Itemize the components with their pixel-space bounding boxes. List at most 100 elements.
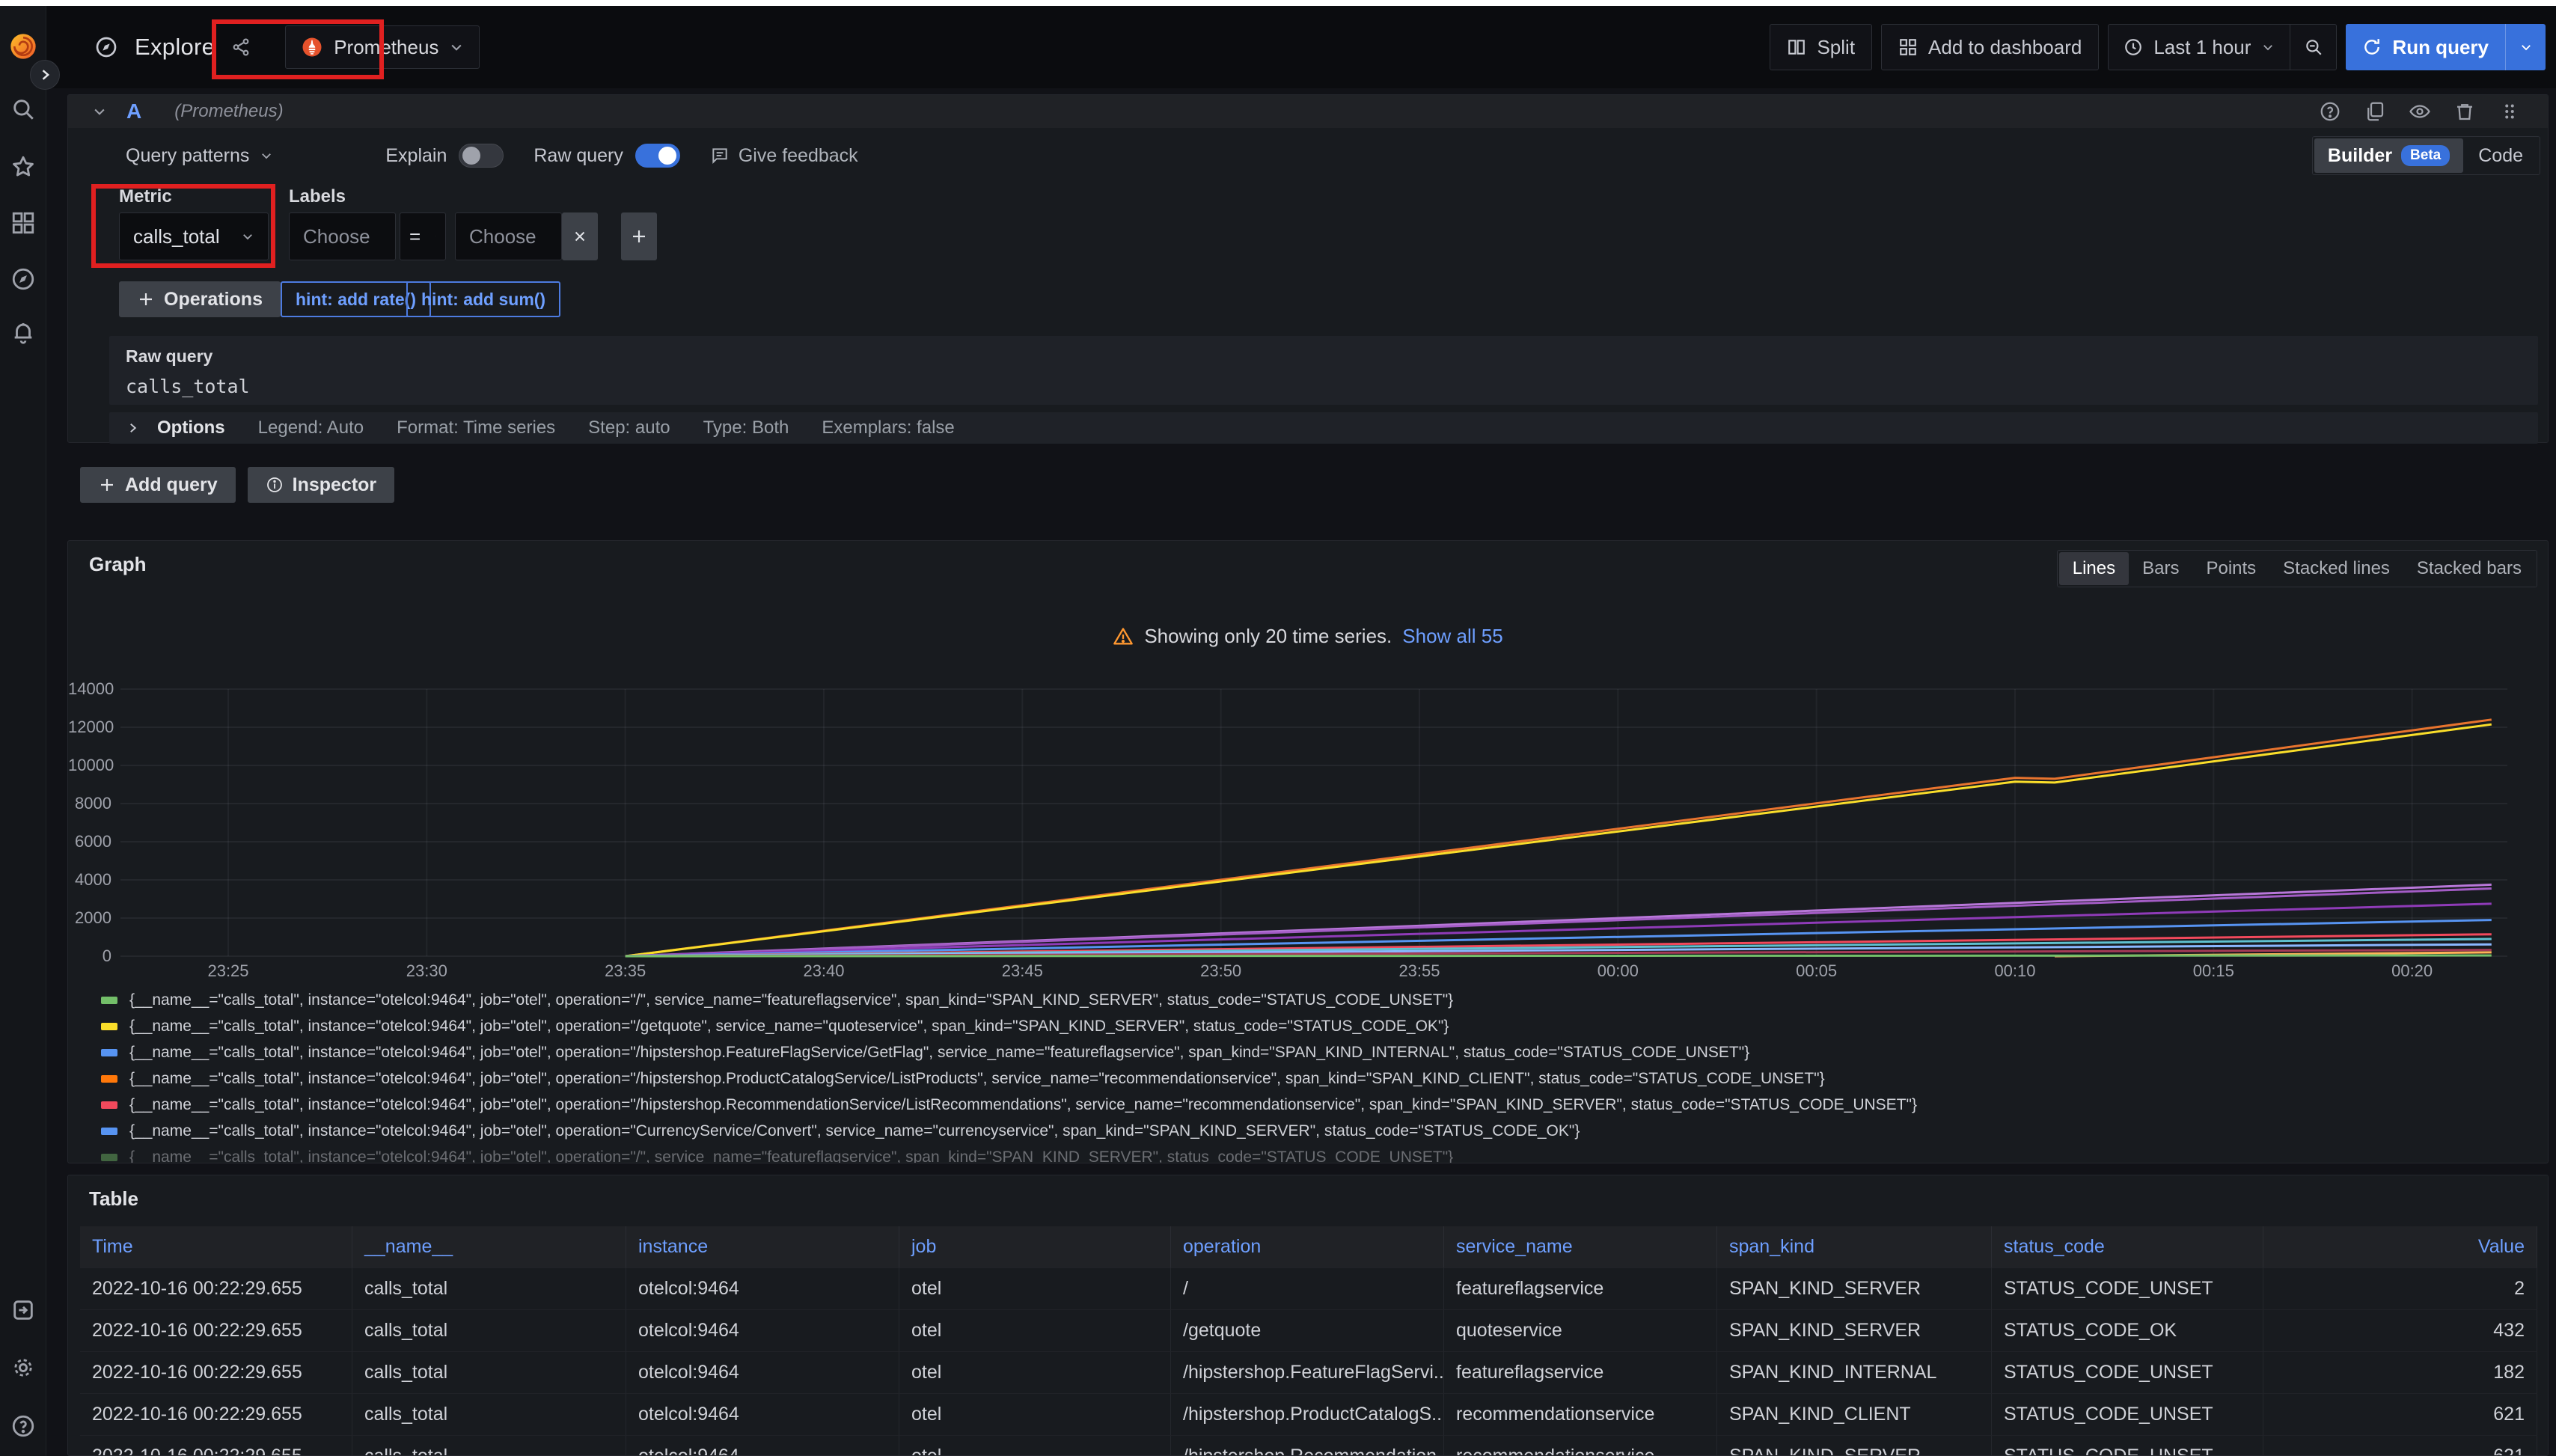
sign-in-icon[interactable]: [10, 1297, 37, 1324]
query-help-icon[interactable]: [2319, 100, 2341, 123]
close-icon: [572, 228, 588, 245]
operations-button[interactable]: Operations: [119, 281, 281, 317]
legend-swatch: [101, 1154, 117, 1161]
dashboards-icon[interactable]: [10, 209, 37, 236]
sidebar-expand-button[interactable]: [30, 60, 60, 90]
x-axis-tick: 00:05: [1796, 961, 1837, 981]
hide-query-eye-icon[interactable]: [2409, 100, 2431, 123]
split-button[interactable]: Split: [1770, 24, 1872, 70]
duplicate-query-icon[interactable]: [2364, 100, 2386, 123]
add-query-button[interactable]: Add query: [80, 467, 236, 503]
x-axis-tick: 00:20: [2391, 961, 2433, 981]
split-icon: [1787, 37, 1806, 57]
legend-series-label[interactable]: {__name__="calls_total", instance="otelc…: [129, 1018, 1449, 1036]
legend-series-label[interactable]: {__name__="calls_total", instance="otelc…: [129, 991, 1453, 1009]
table-cell: SPAN_KIND_SERVER: [1717, 1436, 1992, 1456]
column-header-spankind[interactable]: span_kind: [1717, 1226, 1992, 1268]
hint-add-sum-button[interactable]: hint: add sum(): [406, 281, 560, 317]
legend-swatch: [101, 1023, 117, 1030]
remove-query-trash-icon[interactable]: [2453, 100, 2476, 123]
x-axis-tick: 00:15: [2193, 961, 2234, 981]
x-axis-tick: 23:35: [605, 961, 646, 981]
alerting-bell-icon[interactable]: [10, 319, 37, 346]
column-header-time[interactable]: Time: [80, 1226, 352, 1268]
table-cell: calls_total: [352, 1268, 626, 1310]
legend-item[interactable]: {__name__="calls_total", instance="otelc…: [101, 1065, 2525, 1092]
table-cell: STATUS_CODE_UNSET: [1992, 1436, 2263, 1456]
add-to-dashboard-button[interactable]: Add to dashboard: [1881, 24, 2099, 70]
label-value-select[interactable]: Choose: [455, 212, 562, 260]
star-icon[interactable]: [10, 153, 37, 180]
legend-item[interactable]: {__name__="calls_total", instance="otelc…: [101, 1092, 2525, 1118]
legend-item[interactable]: {__name__="calls_total", instance="otelc…: [101, 987, 2525, 1013]
table-cell: /getquote: [1171, 1310, 1444, 1352]
column-header-name[interactable]: __name__: [352, 1226, 626, 1268]
settings-gear-icon[interactable]: [10, 1354, 37, 1381]
table-cell: quoteservice: [1444, 1310, 1717, 1352]
legend-item[interactable]: {__name__="calls_total", instance="otelc…: [101, 1144, 2525, 1163]
add-label-button[interactable]: [621, 212, 657, 260]
give-feedback-link[interactable]: Give feedback: [710, 145, 858, 167]
explain-label: Explain: [385, 145, 447, 167]
query-patterns-dropdown[interactable]: Query patterns: [126, 145, 273, 167]
grafana-logo[interactable]: [8, 31, 38, 61]
column-header-statuscode[interactable]: status_code: [1992, 1226, 2263, 1268]
legend-series-label[interactable]: {__name__="calls_total", instance="otelc…: [129, 1122, 1580, 1140]
table-cell: SPAN_KIND_INTERNAL: [1717, 1352, 1992, 1394]
table-cell: 432: [2263, 1310, 2537, 1352]
column-header-instance[interactable]: instance: [626, 1226, 899, 1268]
chevron-right-icon: [126, 421, 139, 435]
explore-compass-icon[interactable]: [10, 266, 37, 293]
table-cell: otelcol:9464: [626, 1394, 899, 1436]
explore-icon: [94, 35, 118, 59]
raw-query-toggle[interactable]: [635, 144, 680, 168]
table-cell: /hipstershop.Recommendation...: [1171, 1436, 1444, 1456]
legend-series-label[interactable]: {__name__="calls_total", instance="otelc…: [129, 1096, 1917, 1114]
collapse-chevron-icon[interactable]: [92, 104, 107, 119]
legend-series-label[interactable]: {__name__="calls_total", instance="otelc…: [129, 1070, 1825, 1088]
code-mode-tab[interactable]: Code: [2463, 145, 2538, 167]
legend-swatch: [101, 1128, 117, 1135]
table-cell: STATUS_CODE_UNSET: [1992, 1394, 2263, 1436]
table-cell: calls_total: [352, 1352, 626, 1394]
table-cell: calls_total: [352, 1310, 626, 1352]
series-green: [626, 955, 2492, 956]
table-cell: 2022-10-16 00:22:29.655: [80, 1436, 352, 1456]
remove-label-button[interactable]: [562, 212, 598, 260]
query-row-header[interactable]: A (Prometheus): [68, 95, 2548, 128]
legend-item[interactable]: {__name__="calls_total", instance="otelc…: [101, 1013, 2525, 1039]
inspector-button[interactable]: Inspector: [248, 467, 395, 503]
legend-item[interactable]: {__name__="calls_total", instance="otelc…: [101, 1039, 2525, 1065]
table-cell: 2022-10-16 00:22:29.655: [80, 1352, 352, 1394]
table-cell: 621: [2263, 1436, 2537, 1456]
query-options-row[interactable]: Options Legend: Auto Format: Time series…: [109, 412, 2538, 444]
time-range-button[interactable]: Last 1 hour: [2109, 25, 2290, 70]
legend-series-label[interactable]: {__name__="calls_total", instance="otelc…: [129, 1148, 1453, 1164]
legend-series-label[interactable]: {__name__="calls_total", instance="otelc…: [129, 1044, 1749, 1062]
column-header-operation[interactable]: operation: [1171, 1226, 1444, 1268]
label-operator-select[interactable]: =: [400, 212, 446, 260]
table-cell: 2022-10-16 00:22:29.655: [80, 1394, 352, 1436]
legend-item[interactable]: {__name__="calls_total", instance="otelc…: [101, 1118, 2525, 1144]
zoom-out-time-button[interactable]: [2290, 25, 2336, 70]
table-cell: STATUS_CODE_OK: [1992, 1310, 2263, 1352]
column-header-servicename[interactable]: service_name: [1444, 1226, 1717, 1268]
column-header-value[interactable]: Value: [2263, 1226, 2537, 1268]
table-cell: 2022-10-16 00:22:29.655: [80, 1268, 352, 1310]
builder-mode-tab[interactable]: Builder Beta: [2314, 138, 2463, 173]
run-query-dropdown[interactable]: [2505, 24, 2546, 70]
x-axis-tick: 00:00: [1598, 961, 1639, 981]
legend-swatch: [101, 1101, 117, 1109]
plus-icon: [98, 476, 116, 494]
table-panel-title: Table: [89, 1187, 138, 1211]
label-name-select[interactable]: Choose: [289, 212, 396, 260]
explain-toggle[interactable]: [459, 144, 504, 168]
raw-query-title: Raw query: [126, 346, 2522, 367]
help-icon[interactable]: [10, 1413, 37, 1440]
column-header-job[interactable]: job: [899, 1226, 1171, 1268]
search-icon[interactable]: [10, 96, 37, 123]
drag-handle-icon[interactable]: [2498, 100, 2521, 123]
options-type: Type: Both: [703, 417, 789, 438]
run-query-button[interactable]: Run query: [2346, 24, 2546, 70]
table-cell: otelcol:9464: [626, 1268, 899, 1310]
